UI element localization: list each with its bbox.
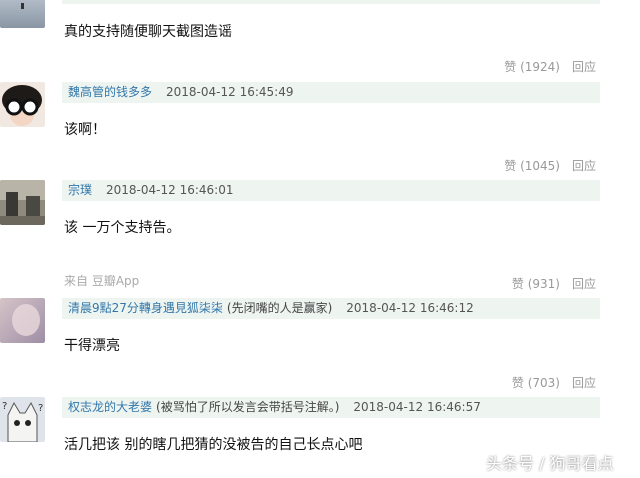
reply-button[interactable]: 回应	[572, 376, 596, 390]
like-button[interactable]: 赞 (1045)	[504, 159, 560, 173]
comment-actions: 赞 (931) 回应	[512, 275, 596, 292]
comment-text: 活几把该 别的瞎几把猜的没被告的自己长点心吧	[64, 437, 363, 453]
avatar[interactable]	[0, 0, 45, 28]
watermark: 头条号 / 狗哥看点	[486, 454, 614, 473]
comment-header: 魏高管的钱多多 2018-04-12 16:45:49	[62, 82, 600, 103]
svg-text:?: ?	[2, 401, 7, 412]
comment-time: 2018-04-12 16:46:12	[346, 301, 474, 315]
comment-time: 2018-04-12 16:46:57	[353, 400, 481, 414]
avatar[interactable]	[0, 180, 45, 225]
username-link[interactable]: 权志龙的大老婆	[68, 400, 152, 414]
like-button[interactable]: 赞 (931)	[512, 277, 560, 291]
comment-text: 干得漂亮	[64, 338, 120, 354]
comment-text: 真的支持随便聊天截图造谣	[64, 24, 232, 40]
avatar-image	[0, 180, 45, 225]
user-signature: (被骂怕了所以发言会带括号注解。)	[156, 400, 340, 414]
avatar-image	[21, 3, 24, 9]
comment-header: 权志龙的大老婆 (被骂怕了所以发言会带括号注解。) 2018-04-12 16:46…	[62, 397, 600, 418]
avatar[interactable]	[0, 298, 45, 343]
reply-button[interactable]: 回应	[572, 60, 596, 74]
avatar-image: ? ?	[2, 401, 43, 442]
username-link[interactable]: 清晨9點27分轉身遇見狐柒柒	[68, 301, 223, 315]
svg-text:?: ?	[38, 403, 43, 414]
username-link[interactable]: 宗璞	[68, 183, 92, 197]
comment-source: 来自 豆瓣App	[64, 274, 140, 288]
avatar-image	[12, 304, 40, 336]
reply-button[interactable]: 回应	[572, 277, 596, 291]
like-button[interactable]: 赞 (1924)	[504, 60, 560, 74]
avatar-image	[2, 85, 42, 126]
avatar[interactable]: ? ?	[0, 397, 45, 442]
comment-header: 宗璞 2018-04-12 16:46:01	[62, 180, 600, 201]
reply-button[interactable]: 回应	[572, 159, 596, 173]
comment-header: 清晨9點27分轉身遇見狐柒柒 (先闭嘴的人是赢家) 2018-04-12 16:46…	[62, 298, 600, 319]
username-link[interactable]: 魏高管的钱多多	[68, 85, 152, 99]
user-signature: (先闭嘴的人是赢家)	[226, 301, 333, 315]
comment-actions: 赞 (1045) 回应	[504, 157, 596, 174]
comment-actions: 赞 (703) 回应	[512, 374, 596, 391]
comment-text: 该啊！	[64, 122, 106, 138]
comment-text: 该 一万个支持告。	[64, 220, 181, 236]
comment-actions: 赞 (1924) 回应	[504, 58, 596, 75]
top-divider-bar	[62, 0, 600, 4]
comment-time: 2018-04-12 16:46:01	[106, 183, 234, 197]
like-button[interactable]: 赞 (703)	[512, 376, 560, 390]
comment-time: 2018-04-12 16:45:49	[166, 85, 294, 99]
avatar[interactable]	[0, 82, 45, 127]
